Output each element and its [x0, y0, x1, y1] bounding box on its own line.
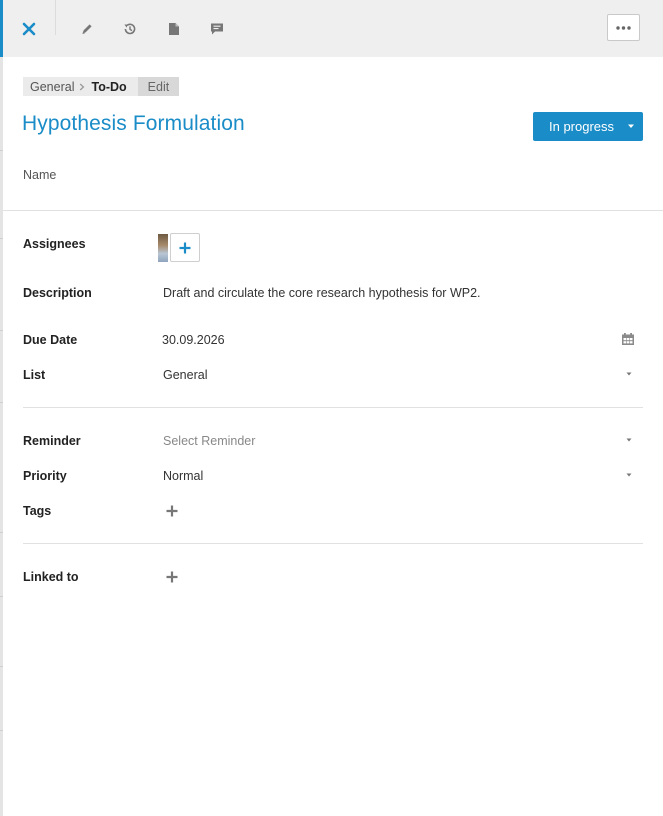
caret-down-icon[interactable]	[625, 472, 633, 478]
caret-down-icon	[628, 124, 634, 128]
comment-button[interactable]	[205, 0, 229, 57]
reminder-select-placeholder[interactable]: Select Reminder	[163, 434, 255, 448]
priority-select-value[interactable]: Normal	[163, 469, 203, 483]
pencil-icon	[82, 23, 92, 34]
description-label: Description	[23, 286, 92, 300]
list-select-value[interactable]: General	[163, 368, 207, 382]
status-dropdown-button[interactable]: In progress	[533, 112, 643, 141]
close-button[interactable]	[3, 0, 55, 57]
add-tag-button[interactable]	[164, 503, 179, 518]
due-date-picker-button[interactable]	[621, 332, 636, 347]
task-toolbar	[3, 0, 663, 57]
priority-label: Priority	[23, 469, 67, 483]
left-edge-tick	[0, 150, 3, 151]
breadcrumb-current: To-Do	[87, 77, 138, 96]
caret-down-icon[interactable]	[625, 437, 633, 443]
left-edge-tick	[0, 330, 3, 331]
name-field-label: Name	[23, 168, 57, 182]
left-edge-tick	[0, 666, 3, 667]
calendar-icon	[622, 333, 634, 345]
tags-label: Tags	[23, 504, 52, 518]
left-edge-tick	[0, 238, 3, 239]
list-label: List	[23, 368, 46, 382]
reminder-label: Reminder	[23, 434, 81, 448]
comment-icon	[211, 23, 223, 34]
divider	[23, 407, 643, 408]
linked-to-label: Linked to	[23, 570, 79, 584]
document-icon	[169, 22, 179, 35]
plus-icon	[166, 505, 177, 516]
divider	[3, 210, 663, 211]
toolbar-separator	[55, 0, 56, 35]
left-edge-tick	[0, 402, 3, 403]
document-button[interactable]	[162, 0, 186, 57]
plus-icon	[179, 242, 191, 253]
due-date-value[interactable]: 30.09.2026	[162, 333, 225, 347]
divider	[23, 543, 643, 544]
more-options-button[interactable]	[607, 14, 640, 41]
status-label: In progress	[549, 119, 615, 134]
plus-icon	[166, 571, 177, 582]
breadcrumb-edit-button[interactable]: Edit	[137, 77, 180, 96]
more-icon	[616, 25, 631, 30]
chevron-right-icon	[77, 77, 88, 96]
caret-down-icon[interactable]	[625, 371, 633, 377]
history-icon	[124, 23, 136, 34]
edit-button[interactable]	[75, 0, 99, 57]
left-edge-tick	[0, 730, 3, 731]
breadcrumb: General To-Do Edit	[23, 77, 180, 96]
description-value[interactable]: Draft and circulate the core research hy…	[163, 286, 481, 300]
history-button[interactable]	[118, 0, 142, 57]
add-assignee-button[interactable]	[170, 233, 200, 262]
assignees-label: Assignees	[23, 237, 86, 251]
left-edge-tick	[0, 532, 3, 533]
close-icon	[22, 22, 36, 35]
left-edge-tick	[0, 596, 3, 597]
due-date-label: Due Date	[23, 333, 78, 347]
left-edge	[0, 0, 3, 816]
breadcrumb-root[interactable]: General	[23, 77, 78, 96]
avatar[interactable]	[158, 234, 168, 262]
task-title[interactable]: Hypothesis Formulation	[22, 112, 245, 136]
add-link-button[interactable]	[164, 569, 179, 584]
